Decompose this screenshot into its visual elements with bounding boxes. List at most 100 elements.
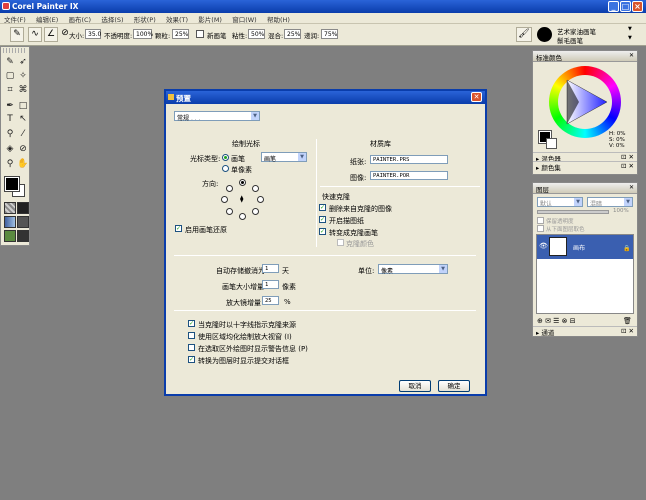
layer-opacity-slider[interactable]	[537, 210, 609, 214]
cursor-single-pixel-label: 单像素	[231, 166, 252, 174]
layer-row-canvas[interactable]: 👁 画布 🔒	[537, 235, 633, 259]
direction-radio-ne[interactable]	[252, 185, 259, 192]
autosave-field[interactable]: 1	[262, 264, 279, 273]
minimize-button[interactable]: _	[608, 1, 619, 12]
paint-bucket-icon[interactable]: ◈	[4, 143, 16, 155]
pick-under-checkbox[interactable]	[537, 225, 544, 232]
direction-radio-n[interactable]	[239, 179, 246, 186]
layers-close-icon[interactable]: ✕	[629, 184, 634, 191]
rect-select-icon[interactable]: ▢	[4, 70, 16, 82]
pen-icon[interactable]: ✒	[4, 100, 16, 112]
variant-dropdown-icon[interactable]: ▼	[628, 35, 632, 41]
rectangle-shape-icon[interactable]: □	[17, 100, 29, 112]
cancel-button[interactable]: 取消	[399, 380, 431, 392]
color-sets-close-icon[interactable]: ⊡ ✕	[621, 162, 634, 170]
zoom-increment-field[interactable]: 25	[262, 296, 279, 305]
eye-icon[interactable]: 👁	[539, 242, 548, 250]
maximize-button[interactable]: □	[620, 1, 631, 12]
cursor-brush-dropdown[interactable]: 画笔 ▼	[261, 152, 307, 163]
text-icon[interactable]: T	[4, 113, 16, 125]
color-wheel[interactable]	[549, 66, 621, 138]
paper-library-field[interactable]: PAINTER.PRS	[370, 155, 448, 164]
area-average-checkbox[interactable]	[188, 332, 195, 339]
grain-field[interactable]: 25%	[172, 29, 189, 39]
resat-field[interactable]: 50%	[248, 29, 265, 39]
brush-selector-icon[interactable]: 🖌	[516, 27, 532, 42]
pattern-selector-icon[interactable]	[4, 216, 16, 228]
toolbox-grip[interactable]	[3, 48, 27, 53]
cursor-single-pixel-radio[interactable]	[222, 165, 229, 172]
enable-ghost-checkbox[interactable]: ✓	[175, 225, 182, 232]
channels-close-icon[interactable]: ⊡ ✕	[621, 327, 634, 335]
brush-size-increment-field[interactable]: 1	[262, 280, 279, 289]
secondary-color-swatch[interactable]	[546, 138, 557, 149]
saturation-triangle[interactable]	[559, 76, 611, 128]
weaving-selector-icon[interactable]	[17, 216, 29, 228]
dialog-title-bar[interactable]: 预置 ✕	[166, 91, 485, 104]
magnifier-icon[interactable]: ⚲	[4, 158, 16, 170]
gradient-selector-icon[interactable]	[17, 202, 29, 214]
direction-radio-s[interactable]	[239, 213, 246, 220]
brush-tool-icon[interactable]: ✎	[10, 27, 24, 42]
bleed-field[interactable]: 25%	[284, 29, 301, 39]
qc-clone-color-checkbox[interactable]	[337, 239, 344, 246]
dropper-icon[interactable]: ⁄	[17, 128, 29, 140]
mixer-close-icon[interactable]: ⊡ ✕	[621, 153, 634, 161]
dialog-close-button[interactable]: ✕	[471, 92, 482, 102]
colors-panel-header[interactable]: 标准颜色 ✕	[533, 51, 637, 62]
freehand-stroke-icon[interactable]: ∿	[28, 27, 42, 42]
selection-warning-checkbox[interactable]	[188, 344, 195, 351]
trash-icon[interactable]: 🗑	[623, 317, 632, 325]
foreground-color-swatch[interactable]	[4, 176, 20, 192]
app-title: Corel Painter IX	[12, 2, 79, 11]
new-brush-checkbox[interactable]	[196, 30, 204, 38]
qc-clone-brush-checkbox[interactable]: ✓	[319, 228, 326, 235]
mixer-panel-header[interactable]: ▸ 混色器 ⊡ ✕	[533, 152, 637, 163]
ok-button[interactable]: 确定	[438, 380, 470, 392]
category-dropdown-icon[interactable]: ▼	[628, 26, 632, 32]
crop-icon[interactable]: ⌗	[4, 84, 16, 96]
channels-panel-header[interactable]: ▸ 通道 ⊡ ✕	[533, 326, 637, 337]
size-field[interactable]: 35.0	[85, 29, 101, 39]
layer-buttons[interactable]: ⊕ ✉ ☰ ⊗ ⊟	[537, 317, 576, 325]
pattern-library-field[interactable]: PAINTER.POR	[370, 171, 448, 180]
look-selector-icon[interactable]	[17, 230, 29, 242]
straight-line-icon[interactable]: ∠	[44, 27, 58, 42]
brush-variant[interactable]: 鬃毛画笔	[557, 35, 583, 45]
direction-radio-e[interactable]	[257, 196, 264, 203]
composite-depth-dropdown[interactable]: 混暗 ▼	[587, 197, 633, 208]
preserve-transparency-checkbox[interactable]	[537, 217, 544, 224]
grabber-icon[interactable]: ✋	[17, 158, 29, 170]
direction-radio-w[interactable]	[221, 196, 228, 203]
category-dropdown[interactable]: 常规 . . . ▼	[174, 111, 260, 122]
section-divider	[316, 139, 317, 247]
close-button[interactable]: ×	[632, 1, 643, 12]
direction-radio-se[interactable]	[252, 208, 259, 215]
opacity-field[interactable]: 100%	[133, 29, 153, 39]
clone-crosshair-checkbox[interactable]: ✓	[188, 320, 195, 327]
layer-adjuster-icon[interactable]: ➶	[17, 56, 29, 68]
lasso-icon[interactable]: ⌘	[17, 84, 29, 96]
composite-method-dropdown[interactable]: 默认 ▼	[537, 197, 583, 208]
brush-icon[interactable]: ✎	[4, 56, 16, 68]
paper-selector-icon[interactable]	[4, 202, 16, 214]
panel-close-icon[interactable]: ✕	[629, 52, 634, 59]
layers-panel-header[interactable]: 图层 ✕	[533, 183, 637, 194]
magic-wand-icon[interactable]: ✧	[17, 70, 29, 82]
cursor-brush-radio[interactable]	[222, 154, 229, 161]
units-dropdown[interactable]: 像素 ▼	[378, 264, 448, 275]
shape-selection-icon[interactable]: ↖	[17, 113, 29, 125]
nozzle-selector-icon[interactable]	[4, 230, 16, 242]
jitter-field[interactable]: 75%	[321, 29, 338, 39]
direction-radio-nw[interactable]	[226, 185, 233, 192]
color-sets-panel-header[interactable]: ▸ 颜色集 ⊡ ✕	[533, 161, 637, 172]
eraser-icon[interactable]: ⊘	[17, 143, 29, 155]
commit-dialog-checkbox[interactable]: ✓	[188, 356, 195, 363]
qc-delete-checkbox[interactable]: ✓	[319, 204, 326, 211]
app-title-bar: Corel Painter IX _ □ ×	[0, 0, 646, 13]
direction-radio-sw[interactable]	[226, 208, 233, 215]
brush-dab-icon[interactable]	[537, 27, 552, 42]
qc-tracing-checkbox[interactable]: ✓	[319, 216, 326, 223]
rubber-stamp-icon[interactable]: ⚲	[4, 128, 16, 140]
pick-under-label: 从下面图层取色	[546, 227, 585, 233]
